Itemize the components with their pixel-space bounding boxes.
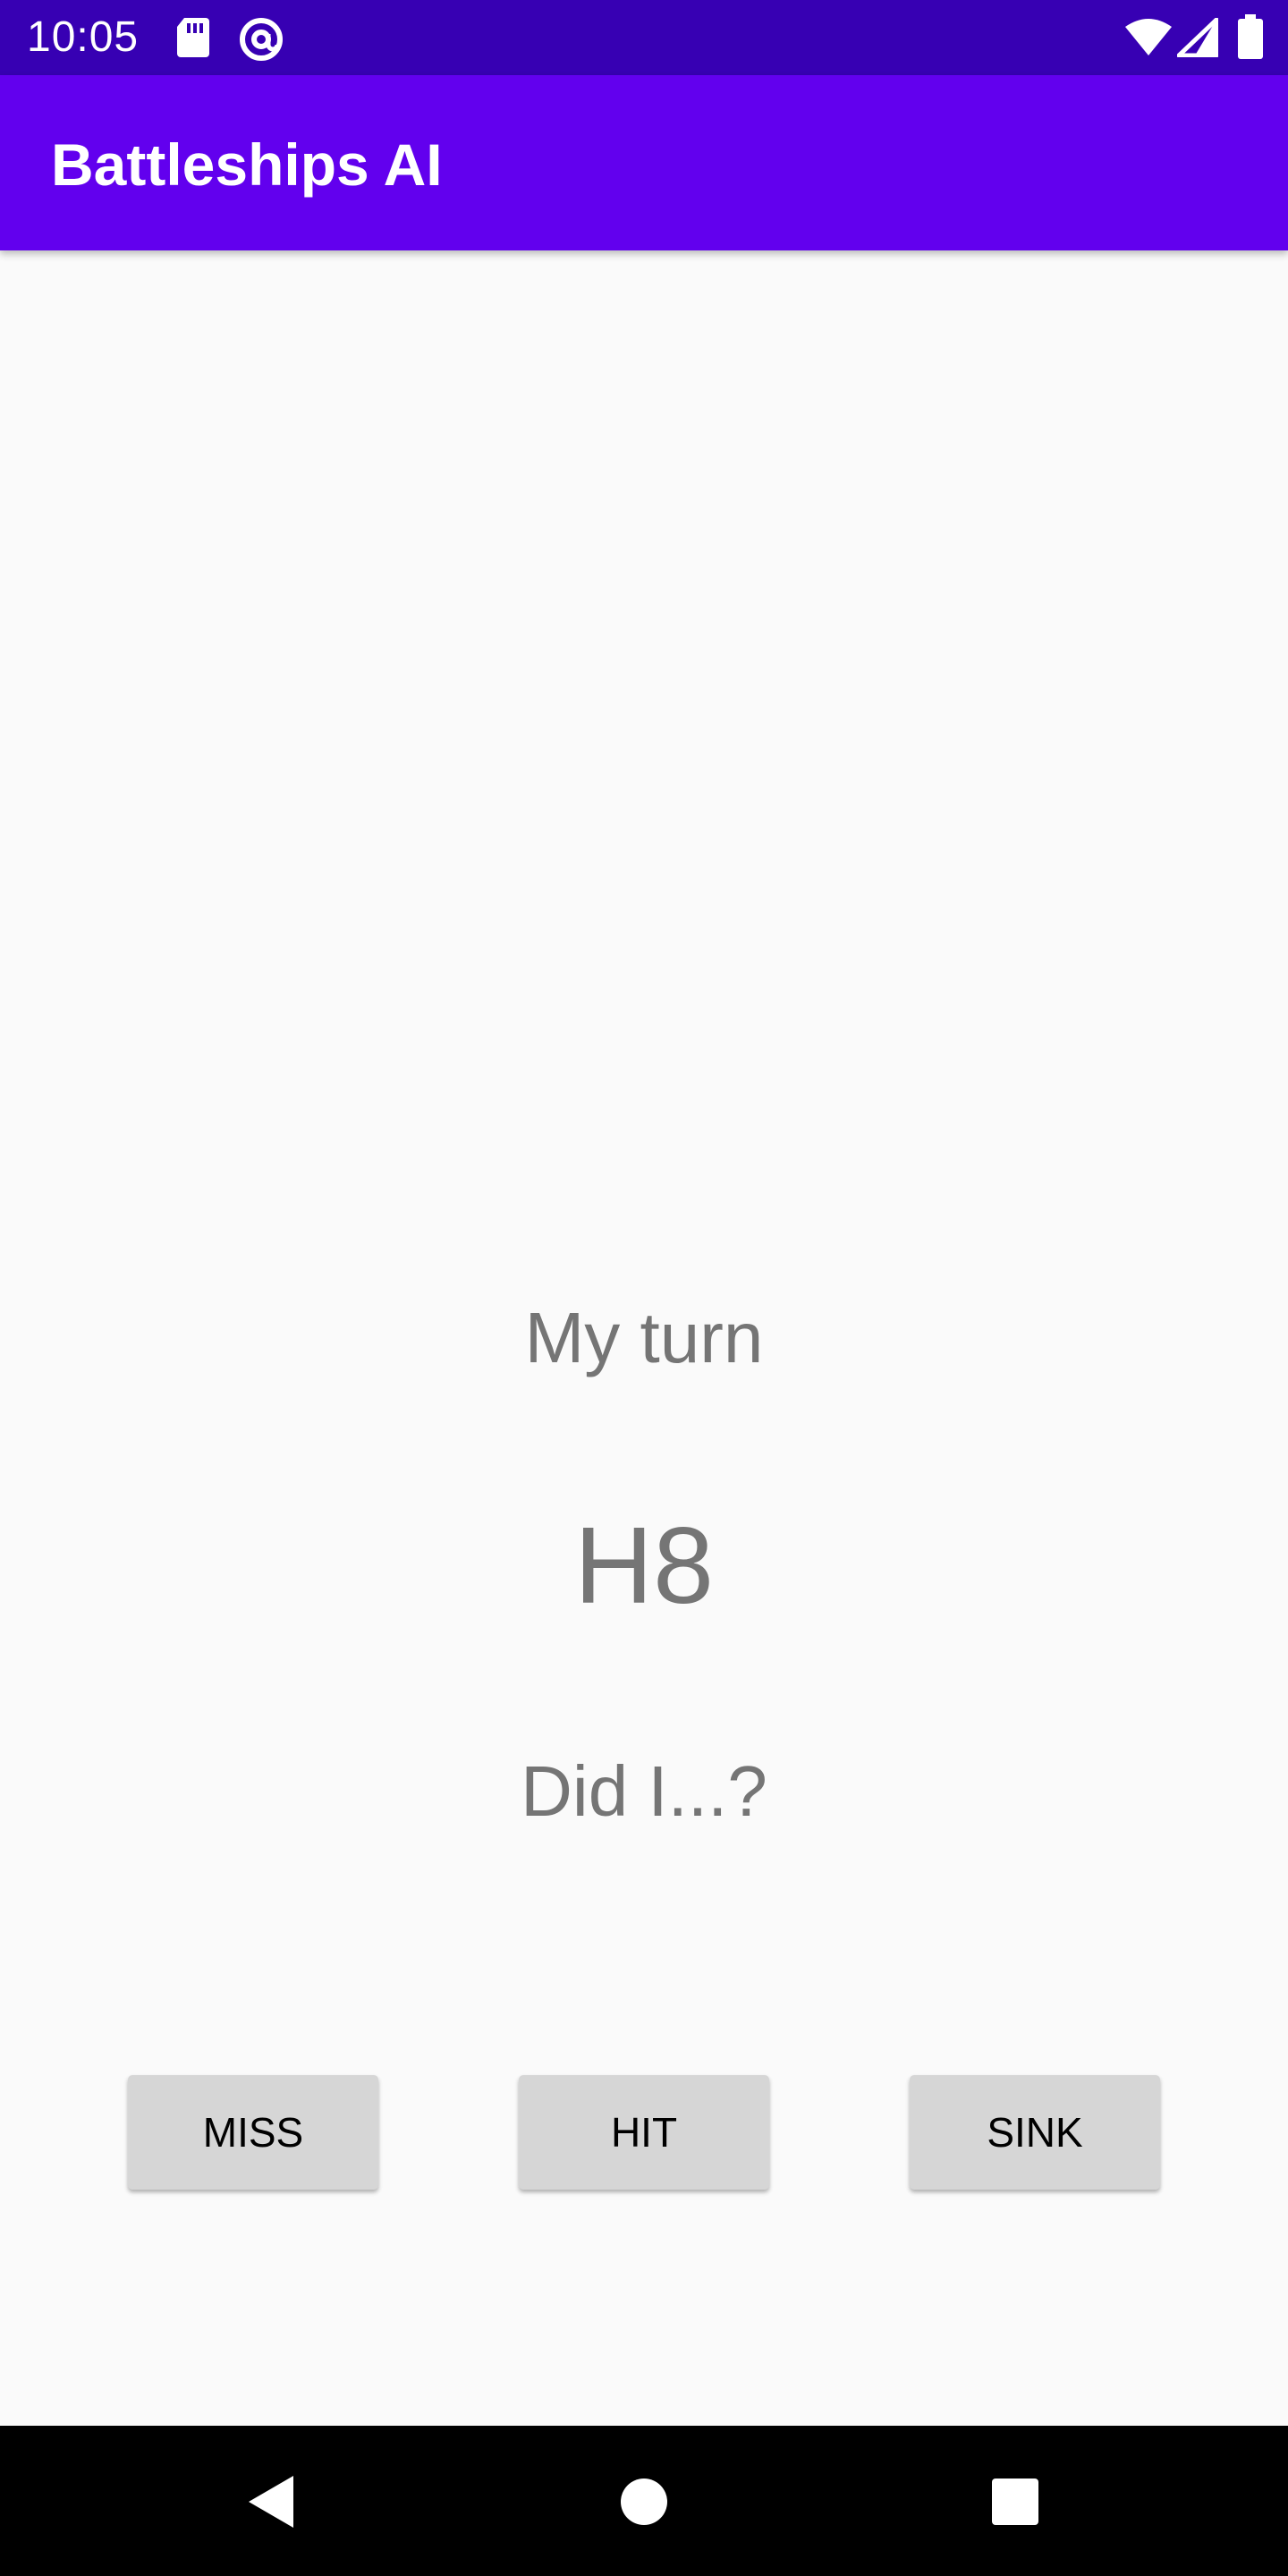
wifi-icon	[1123, 18, 1174, 62]
miss-button[interactable]: MISS	[128, 2075, 378, 2190]
navigation-bar	[0, 2426, 1288, 2576]
at-sign-icon	[238, 16, 284, 67]
recents-icon[interactable]	[984, 2470, 1046, 2533]
turn-label: My turn	[524, 1298, 764, 1377]
hit-button[interactable]: HIT	[519, 2075, 769, 2190]
target-coordinate: H8	[574, 1504, 714, 1626]
app-title: Battleships AI	[51, 131, 443, 198]
back-icon[interactable]	[243, 2470, 306, 2533]
result-question: Did I...?	[521, 1751, 767, 1831]
status-bar: 10:05	[0, 0, 1288, 75]
battery-icon	[1238, 14, 1263, 64]
home-icon[interactable]	[613, 2470, 675, 2533]
sd-card-icon	[175, 16, 211, 64]
status-time: 10:05	[27, 13, 140, 61]
screen: 10:05 Battleships AI My turn H8 Did I...…	[0, 0, 1288, 2576]
signal-icon	[1176, 17, 1219, 62]
sink-button[interactable]: SINK	[910, 2075, 1160, 2190]
app-bar: Battleships AI	[0, 75, 1288, 250]
